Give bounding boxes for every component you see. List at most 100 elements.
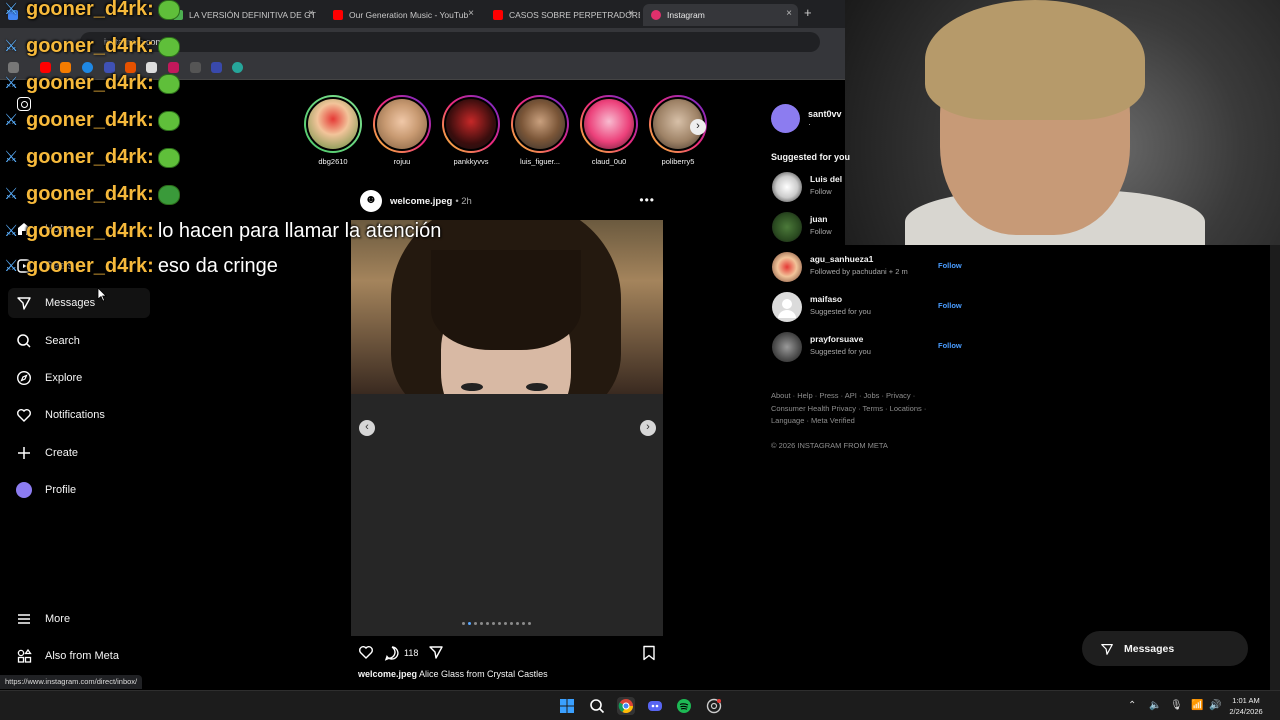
post-author-avatar[interactable]: ☻ [360,190,382,212]
post-actions: 118 [358,644,658,662]
comment-icon [384,646,399,661]
speaker-icon[interactable]: 🔈 [1149,700,1161,711]
sidebar-item-explore[interactable]: Explore [8,363,150,393]
sidebar-item-search[interactable]: Search [8,326,150,356]
stories-next-button[interactable]: › [690,119,706,135]
story-avatar [306,97,360,151]
suggestion-avatar[interactable] [772,212,802,242]
spotify-icon[interactable] [675,697,693,715]
suggestion-item: maifaso Suggested for you Follow [772,292,972,324]
story-avatar [375,97,429,151]
webcam-person-hair [925,0,1145,120]
suggestion-username[interactable]: maifaso [810,294,842,304]
carousel-next-button[interactable]: › [640,420,656,436]
browser-tab-3[interactable]: Our Generation Music - YouTub × [325,4,480,26]
tab-label: LA VERSIÓN DEFINITIVA DE GT [189,10,316,20]
sidebar-item-label: Messages [45,297,96,309]
suggestion-username[interactable]: prayforsuave [810,334,863,344]
tray-overflow-icon[interactable]: ⌃ [1128,700,1136,711]
suggestion-subtitle: Followed by pachudani + 2 m [810,267,908,276]
browser-tab-4[interactable]: CASOS SOBRE PERPETRADORE × [485,4,640,26]
sidebar-more-button[interactable]: More [8,604,150,634]
suggestion-avatar[interactable] [772,252,802,282]
story-username: dbg2610 [318,157,348,166]
url-input[interactable]: instagram.com [80,32,820,52]
post-author-username[interactable]: welcome.jpeg [390,196,452,207]
suggestion-username[interactable]: Luis del [810,174,842,184]
bookmark-icon[interactable] [232,62,243,73]
suggestion-username[interactable]: agu_sanhueza1 [810,254,873,264]
wifi-icon[interactable]: 📶 [1191,700,1203,711]
taskbar-clock[interactable]: 1:01 AM 2/24/2026 [1224,695,1268,717]
browser-tab-instagram[interactable]: Instagram × [643,4,798,26]
suggestion-avatar[interactable] [772,332,802,362]
caption-username[interactable]: welcome.jpeg [358,669,417,679]
pepe-emote-icon [157,110,180,131]
suggestion-avatar[interactable] [772,292,802,322]
story-item[interactable]: claud_0u0 [577,95,641,166]
carousel-prev-button[interactable]: ‹ [359,420,375,436]
discord-icon[interactable] [646,697,664,715]
tab-close-icon[interactable]: × [308,8,314,19]
page-scrollbar[interactable] [1270,245,1280,690]
chrome-alt-icon[interactable] [705,697,723,715]
story-item[interactable]: luis_figuer... [508,95,572,166]
comment-button[interactable]: 118 [384,645,418,661]
instagram-favicon-icon [651,10,661,20]
sidebar-item-notifications[interactable]: Notifications [8,400,150,430]
story-item[interactable]: pankkyvvs [439,95,503,166]
footer-links-line[interactable]: About · Help · Press · API · Jobs · Priv… [771,390,941,403]
sidebar-item-create[interactable]: Create [8,438,150,468]
chrome-icon[interactable] [617,697,635,715]
story-username: poliberry5 [661,157,695,166]
search-icon[interactable] [588,697,606,715]
story-item[interactable]: dbg2610 [301,95,365,166]
new-tab-button[interactable]: + [804,5,812,20]
sidebar-also-from-meta-button[interactable]: Also from Meta [8,641,150,671]
follow-button[interactable]: Follow [938,341,962,350]
bookmark-icon[interactable] [190,62,201,73]
save-bookmark-icon[interactable] [642,645,656,663]
chat-message: ⚔ gooner_d4rk: [4,109,180,132]
current-user[interactable]: sant0vv · [771,104,842,133]
chat-username: gooner_d4rk: [26,0,154,20]
bookmark-icon[interactable] [211,62,222,73]
messages-icon [1101,643,1113,655]
carousel-dot [474,622,477,625]
windows-start-icon[interactable] [558,697,576,715]
sidebar-item-messages[interactable]: Messages [8,288,150,318]
microphone-icon[interactable]: 🎙 [1170,700,1183,711]
story-item[interactable]: rojuu [370,95,434,166]
webcam-overlay [845,0,1280,245]
footer-links-line[interactable]: Consumer Health Privacy · Terms · Locati… [771,403,941,416]
tab-label: Our Generation Music - YouTub [349,10,469,20]
sidebar-item-label: Search [45,335,80,347]
carousel-dot [528,622,531,625]
chat-message: ⚔ gooner_d4rk: [4,0,180,21]
pepe-emote-icon [157,147,180,168]
suggestion-username[interactable]: juan [810,214,827,224]
clock-time: 1:01 AM [1232,696,1260,705]
story-ring [442,95,500,153]
tab-close-icon[interactable]: × [468,8,474,19]
suggestion-avatar[interactable] [772,172,802,202]
post-options-button[interactable]: ••• [639,193,655,207]
sidebar-item-profile[interactable]: Profile [8,475,150,505]
share-icon[interactable] [428,644,444,662]
chat-message: ⚔ gooner_d4rk: [4,72,180,95]
volume-icon[interactable]: 🔊 [1209,700,1221,711]
tab-close-icon[interactable]: × [628,8,634,19]
status-bar-url: https://www.instagram.com/direct/inbox/ [0,675,143,689]
browser-tab-2[interactable]: LA VERSIÓN DEFINITIVA DE GT × [165,4,320,26]
footer-links-line[interactable]: Language · Meta Verified [771,415,941,428]
post-media[interactable] [351,220,663,636]
messages-float-button[interactable]: Messages [1082,631,1248,666]
follow-button[interactable]: Follow [938,301,962,310]
current-user-avatar [771,104,800,133]
pepe-emote-icon [157,73,180,94]
like-icon[interactable] [358,644,374,662]
story-ring [373,95,431,153]
follow-button[interactable]: Follow [938,261,962,270]
tab-close-icon[interactable]: × [786,8,792,19]
chat-message: ⚔ gooner_d4rk: lo hacen para llamar la a… [4,220,441,243]
